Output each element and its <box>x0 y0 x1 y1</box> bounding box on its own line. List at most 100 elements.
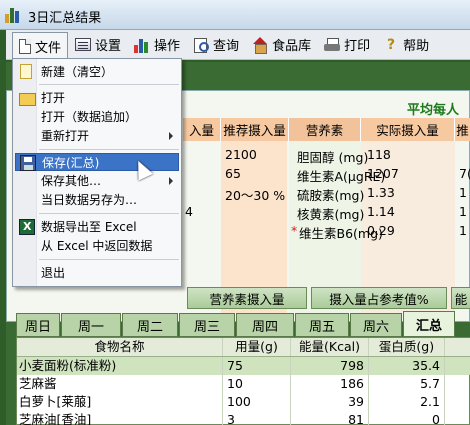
subtab-nutrient-intake[interactable]: 营养素摄入量 <box>187 287 307 309</box>
menu-print[interactable]: 打印 <box>318 32 376 58</box>
menu-item-save-summary[interactable]: 保存(汇总) <box>15 153 179 171</box>
cell-food-name: 小麦面粉(标准粉) <box>19 357 223 375</box>
menu-item-save-day-as[interactable]: 当日数据另存为… <box>15 191 179 209</box>
nutrient-rec-partial: 1 <box>459 204 467 219</box>
menu-separator <box>39 213 179 214</box>
menu-item-open-append[interactable]: 打开（数据追加） <box>15 108 179 126</box>
menu-file[interactable]: 文件 <box>12 31 69 60</box>
menu-operate[interactable]: 操作 <box>128 32 186 58</box>
menu-bar: 文件 设置 操作 查询 食品库 打印 ? 帮助 <box>6 30 470 60</box>
menu-item-import-excel-label: 从 Excel 中返回数据 <box>41 239 153 253</box>
menu-item-export-excel-label: 数据导出至 Excel <box>41 220 137 234</box>
menu-item-open[interactable]: 打开 <box>15 89 179 107</box>
tab-friday[interactable]: 周五 <box>295 313 349 337</box>
col-protein[interactable]: 蛋白质(g) <box>369 338 445 356</box>
nutrient-name: 核黄素(mg) <box>297 207 365 222</box>
subtab-intake-percent[interactable]: 摄入量占参考值% <box>311 287 447 309</box>
house-icon <box>252 36 268 54</box>
menu-item-save-summary-label: 保存(汇总) <box>42 156 100 170</box>
chart-icon <box>134 37 150 53</box>
menu-query-label: 查询 <box>213 39 240 54</box>
header-nutrient: 营养素 <box>289 118 361 141</box>
tab-tuesday[interactable]: 周二 <box>122 313 178 337</box>
menu-item-exit[interactable]: 退出 <box>15 264 179 282</box>
table-row[interactable]: 小麦面粉(标准粉) 75 798 35.4 <box>17 357 470 375</box>
nutrient-value: 1.14 <box>367 204 395 219</box>
table-header: 食物名称 用量(g) 能量(Kcal) 蛋白质(g) <box>17 338 470 357</box>
nutrient-name: 胆固醇 (mg) <box>297 150 369 165</box>
tab-wednesday[interactable]: 周三 <box>179 313 235 337</box>
menu-item-reopen-label: 重新打开 <box>41 129 90 143</box>
cell-protein: 2.1 <box>369 393 445 411</box>
menu-item-save-other[interactable]: 保存其他… <box>15 172 179 190</box>
settings-icon <box>75 38 92 51</box>
menu-separator <box>39 149 179 150</box>
cell-food-name: 白萝卜[莱菔] <box>19 393 223 411</box>
menu-item-save-day-as-label: 当日数据另存为… <box>41 193 138 207</box>
menu-settings-label: 设置 <box>95 39 122 54</box>
menu-item-import-excel[interactable]: 从 Excel 中返回数据 <box>15 237 179 255</box>
tab-monday[interactable]: 周一 <box>61 313 121 337</box>
menu-item-reopen[interactable]: 重新打开 <box>15 127 179 145</box>
cell-energy: 798 <box>291 357 369 375</box>
menu-operate-label: 操作 <box>154 39 181 54</box>
cell-energy: 186 <box>291 375 369 393</box>
menu-item-new[interactable]: 新建（清空） <box>15 63 179 81</box>
nutrient-value: 118 <box>367 147 391 162</box>
col-food-name[interactable]: 食物名称 <box>17 338 223 356</box>
title-bar: 3日汇总结果 <box>0 0 470 30</box>
table-row[interactable]: 芝麻酱 10 186 5.7 <box>17 375 470 393</box>
header-actual: 实际摄入量 <box>361 118 455 141</box>
tab-thursday[interactable]: 周四 <box>236 313 294 337</box>
submenu-arrow-icon <box>169 177 173 185</box>
header-actual-partial: 入量 <box>183 118 221 141</box>
tab-sunday[interactable]: 周日 <box>16 313 60 337</box>
cell-amount: 100 <box>223 393 291 411</box>
table-row[interactable]: 芝麻油[香油] 3 81 0 <box>17 411 470 425</box>
menu-help[interactable]: ? 帮助 <box>377 32 435 58</box>
nutrient-name: 硫胺素(mg) <box>297 188 365 203</box>
menu-food-library[interactable]: 食品库 <box>246 32 317 58</box>
rec-fat-percent: 20～30 % <box>225 188 286 203</box>
menu-separator <box>39 259 179 260</box>
left-partial-digit: 4 <box>185 204 193 219</box>
header-recommended-2: 推 <box>455 118 470 141</box>
col-energy[interactable]: 能量(Kcal) <box>291 338 369 356</box>
header-recommended: 推荐摄入量 <box>221 118 289 141</box>
menu-item-new-label: 新建（清空） <box>41 65 114 79</box>
help-icon: ? <box>387 36 396 53</box>
menu-query[interactable]: 查询 <box>187 32 245 58</box>
cell-protein: 35.4 <box>369 357 445 375</box>
menu-settings[interactable]: 设置 <box>69 32 127 58</box>
open-folder-icon <box>19 90 36 106</box>
table-row[interactable]: 白萝卜[莱菔] 100 39 2.1 <box>17 393 470 411</box>
cell-energy: 39 <box>291 393 369 411</box>
submenu-arrow-icon <box>169 132 173 140</box>
col-amount[interactable]: 用量(g) <box>223 338 291 356</box>
tab-summary[interactable]: 汇总 <box>403 311 455 337</box>
day-tabs: 周日 周一 周二 周三 周四 周五 周六 汇总 <box>16 311 470 337</box>
cell-protein: 5.7 <box>369 375 445 393</box>
window-title: 3日汇总结果 <box>28 11 102 26</box>
menu-item-save-other-label: 保存其他… <box>41 174 102 188</box>
menu-item-exit-label: 退出 <box>41 266 66 280</box>
summary-title: 平均每人 <box>407 103 460 118</box>
cell-amount: 10 <box>223 375 291 393</box>
new-icon <box>20 64 32 79</box>
nutrient-rec-partial: 1 <box>459 223 467 238</box>
menu-item-open-append-label: 打开（数据追加） <box>41 110 138 124</box>
menu-print-label: 打印 <box>344 39 371 54</box>
printer-icon <box>324 37 341 53</box>
excel-icon <box>19 219 35 235</box>
subtab-energy[interactable]: 能 <box>451 287 470 309</box>
nutrient-value: 0.29 <box>367 223 395 238</box>
app-icon <box>5 7 21 23</box>
cell-amount: 3 <box>223 411 291 425</box>
rec-energy: 2100 <box>225 147 257 162</box>
tab-saturday[interactable]: 周六 <box>350 313 402 337</box>
cell-food-name: 芝麻油[香油] <box>19 411 223 425</box>
search-icon <box>193 37 210 53</box>
food-table: 食物名称 用量(g) 能量(Kcal) 蛋白质(g) 小麦面粉(标准粉) 75 … <box>16 337 470 425</box>
menu-item-export-excel[interactable]: 数据导出至 Excel <box>15 218 179 236</box>
deficiency-star-icon: * <box>291 223 298 238</box>
